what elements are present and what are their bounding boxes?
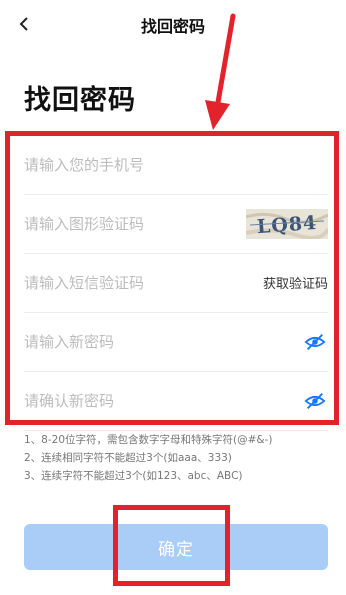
password-rules: 1、8-20位字符，需包含数字字母和特殊字符(@#&-) 2、连续相同字符不能超…	[24, 431, 334, 485]
sms-row: 获取验证码	[24, 254, 328, 313]
password-rule-1: 1、8-20位字符，需包含数字字母和特殊字符(@#&-)	[24, 434, 273, 446]
password-rule-2: 2、连续相同字符不能超过3个(如aaa、333)	[24, 452, 232, 464]
sms-code-input[interactable]	[24, 274, 224, 292]
nav-title: 找回密码	[140, 17, 205, 36]
eye-off-icon[interactable]	[304, 331, 326, 353]
confirm-password-row	[24, 372, 328, 431]
captcha-input[interactable]	[24, 215, 224, 233]
page-title: 找回密码	[24, 85, 136, 116]
new-password-input[interactable]	[24, 333, 224, 351]
reset-password-form: LQ84 获取验证码	[24, 136, 330, 431]
phone-row	[24, 136, 328, 195]
captcha-row: LQ84	[24, 195, 330, 254]
password-rule-3: 3、连续字符不能超过3个(如123、abc、ABC)	[24, 470, 243, 482]
get-sms-code-button[interactable]: 获取验证码	[263, 273, 328, 292]
phone-input[interactable]	[24, 156, 224, 174]
eye-off-icon[interactable]	[304, 390, 326, 412]
captcha-text: LQ84	[256, 212, 318, 238]
top-nav-bar: 找回密码	[0, 0, 346, 48]
confirm-password-input[interactable]	[24, 392, 224, 410]
new-password-row	[24, 313, 328, 372]
confirm-button[interactable]: 确定	[24, 524, 328, 570]
captcha-image[interactable]: LQ84	[245, 209, 330, 240]
